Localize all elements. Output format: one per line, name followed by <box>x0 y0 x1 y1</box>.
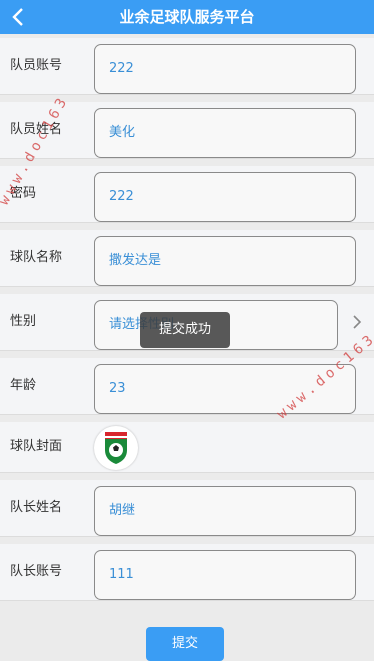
submit-button[interactable]: 提交 <box>146 627 224 661</box>
player-name-input[interactable]: 美化 <box>94 108 356 158</box>
app-header: 业余足球队服务平台 <box>0 0 374 34</box>
captain-account-input[interactable]: 111 <box>94 550 356 600</box>
field-label: 队长姓名 <box>10 500 63 515</box>
field-label: 队长账号 <box>10 564 63 579</box>
password-input[interactable]: 222 <box>94 172 356 222</box>
page-title: 业余足球队服务平台 <box>119 8 255 26</box>
field-captain-name: 队长姓名 胡继 <box>0 480 374 537</box>
team-name-input[interactable]: 撒发达是 <box>94 236 356 286</box>
age-input[interactable]: 23 <box>94 364 356 414</box>
field-label: 年龄 <box>10 378 37 393</box>
chevron-right-icon[interactable] <box>350 312 364 332</box>
field-label: 球队名称 <box>10 250 63 265</box>
field-age: 年龄 23 <box>0 358 374 415</box>
field-player-name: 队员姓名 美化 <box>0 102 374 159</box>
field-label: 密码 <box>10 186 37 201</box>
field-label: 性别 <box>10 314 37 329</box>
field-label: 队员姓名 <box>10 122 63 137</box>
captain-name-input[interactable]: 胡继 <box>94 486 356 536</box>
field-password: 密码 222 <box>0 166 374 223</box>
toast-message: 提交成功 <box>140 312 230 348</box>
field-player-account: 队员账号 222 <box>0 38 374 95</box>
field-label: 队员账号 <box>10 58 63 73</box>
field-team-name: 球队名称 撒发达是 <box>0 230 374 287</box>
team-logo-icon <box>105 432 127 464</box>
field-captain-account: 队长账号 111 <box>0 544 374 601</box>
field-label: 球队封面 <box>10 439 63 454</box>
player-account-input[interactable]: 222 <box>94 44 356 94</box>
team-cover-image[interactable] <box>94 426 138 470</box>
field-team-cover: 球队封面 <box>0 422 374 473</box>
